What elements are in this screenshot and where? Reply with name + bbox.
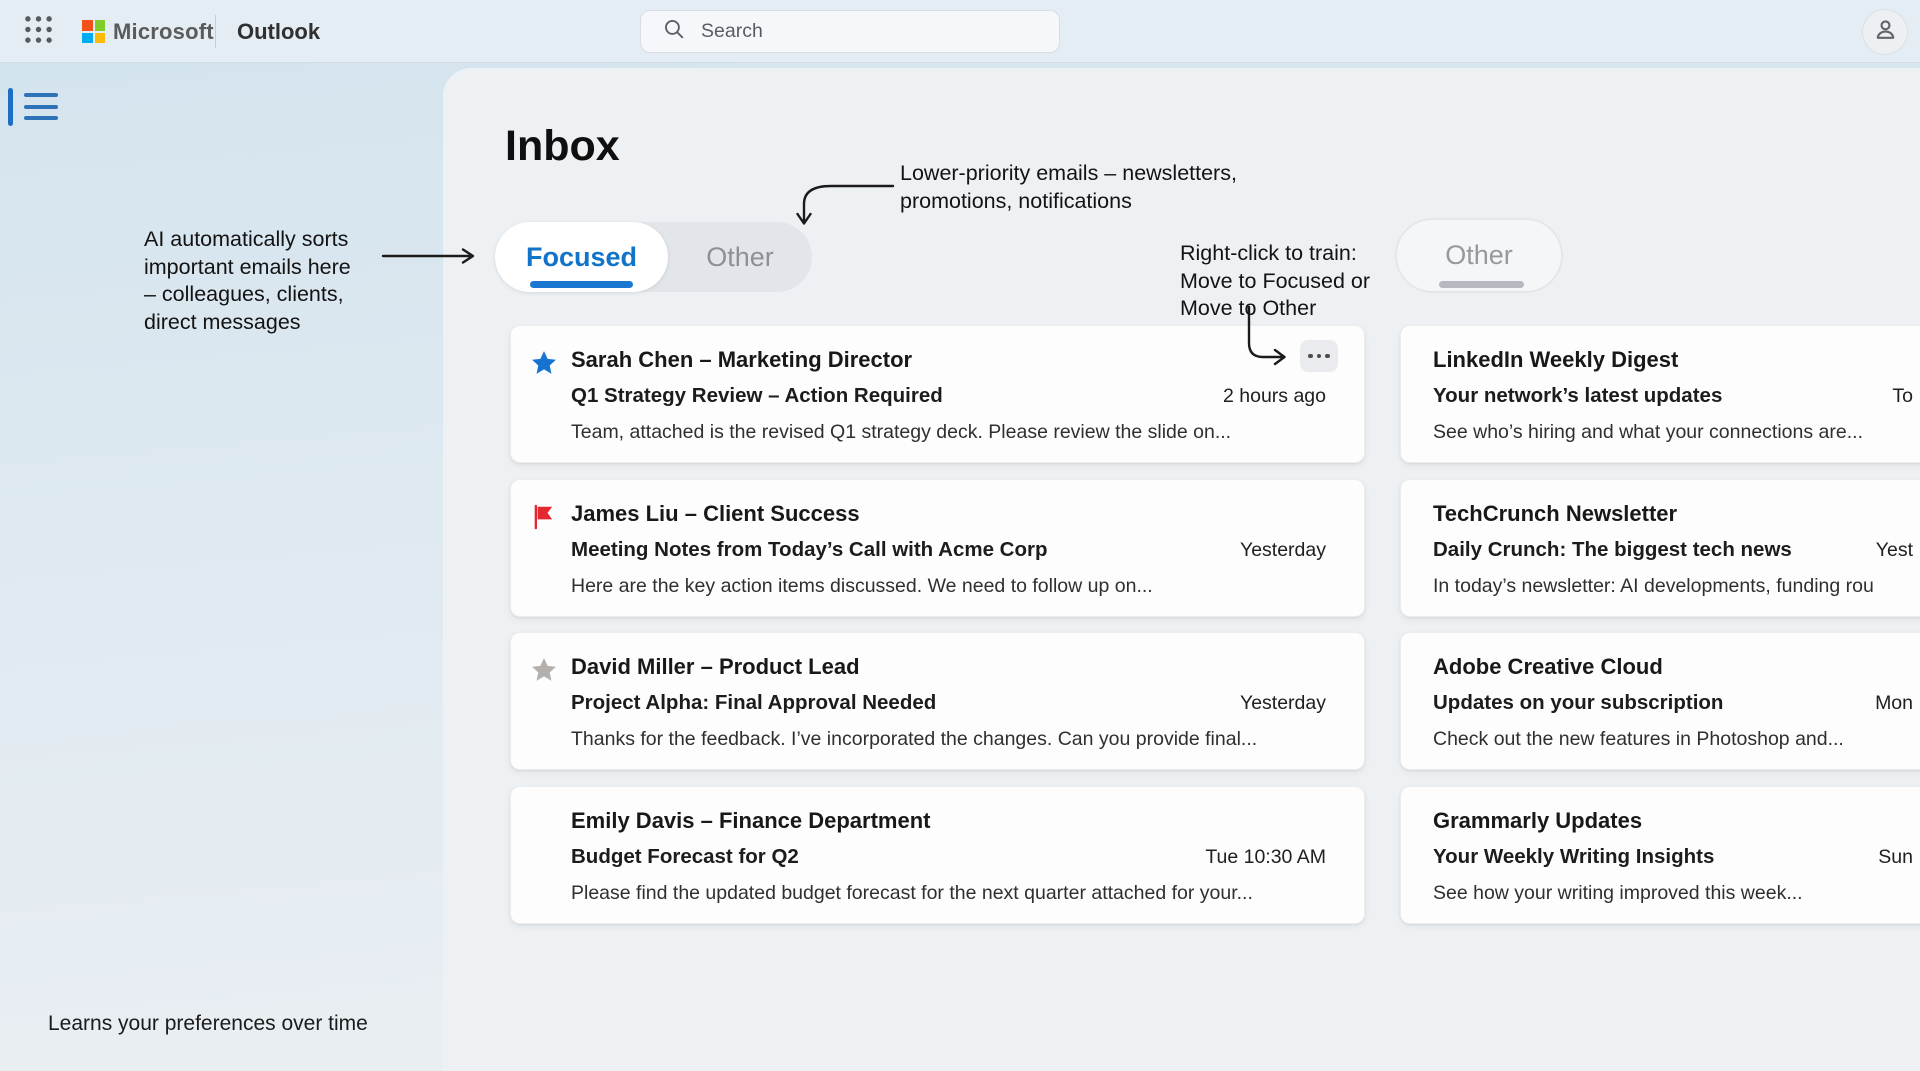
top-bar: Microsoft Outlook — [0, 0, 1920, 63]
star-gray-icon[interactable] — [530, 656, 558, 684]
email-card-other-1[interactable]: LinkedIn Weekly Digest Your network’s la… — [1400, 325, 1920, 463]
other-panel-tab[interactable]: Other — [1395, 218, 1563, 293]
other-panel-tab-underline — [1439, 281, 1524, 288]
email-subject: Updates on your subscription — [1433, 689, 1723, 717]
email-sender: Emily Davis – Finance Department — [571, 807, 1326, 835]
nav-accent-bar — [8, 88, 13, 126]
more-horizontal-icon — [1308, 354, 1313, 359]
account-button[interactable] — [1862, 9, 1908, 55]
email-preview: Check out the new features in Photoshop … — [1433, 725, 1913, 753]
email-card-focused-3[interactable]: David Miller – Product Lead Project Alph… — [510, 632, 1365, 770]
email-sender: TechCrunch Newsletter — [1433, 500, 1913, 528]
email-preview: Please find the updated budget forecast … — [571, 879, 1326, 907]
email-sender: Grammarly Updates — [1433, 807, 1913, 835]
email-subject: Daily Crunch: The biggest tech news — [1433, 536, 1792, 564]
email-sender: Adobe Creative Cloud — [1433, 653, 1913, 681]
email-time: 2 hours ago — [1203, 382, 1326, 410]
microsoft-wordmark[interactable]: Microsoft — [113, 0, 214, 63]
app-launcher-grid-icon — [22, 13, 55, 51]
email-preview: See who’s hiring and what your connectio… — [1433, 418, 1913, 446]
email-time: Yest — [1856, 536, 1913, 564]
microsoft-four-squares-icon — [82, 20, 105, 43]
email-card-other-4[interactable]: Grammarly Updates Your Weekly Writing In… — [1400, 786, 1920, 924]
email-card-other-2[interactable]: TechCrunch Newsletter Daily Crunch: The … — [1400, 479, 1920, 617]
email-time: Tue 10:30 AM — [1185, 843, 1326, 871]
annotation-other-explainer: Lower-priority emails – newsletters, pro… — [900, 160, 1237, 215]
hamburger-menu-icon[interactable] — [24, 93, 58, 120]
email-subject: Q1 Strategy Review – Action Required — [571, 382, 943, 410]
search-input[interactable] — [701, 20, 1021, 43]
account-person-icon — [1872, 16, 1899, 48]
email-preview: See how your writing improved this week.… — [1433, 879, 1913, 907]
flag-red-icon[interactable] — [530, 503, 558, 531]
annotation-learns-note: Learns your preferences over time — [48, 1012, 368, 1036]
annotation-right-click-train: Right-click to train: Move to Focused or… — [1180, 240, 1370, 323]
email-sender: Sarah Chen – Marketing Director — [571, 346, 1326, 374]
product-title: Outlook — [237, 0, 320, 63]
topbar-divider — [215, 15, 216, 48]
email-preview: Team, attached is the revised Q1 strateg… — [571, 418, 1326, 446]
email-card-focused-1[interactable]: Sarah Chen – Marketing Director Q1 Strat… — [510, 325, 1365, 463]
email-subject: Budget Forecast for Q2 — [571, 843, 799, 871]
email-sender: James Liu – Client Success — [571, 500, 1326, 528]
email-subject: Project Alpha: Final Approval Needed — [571, 689, 936, 717]
annotation-focused-explainer: AI automatically sorts important emails … — [144, 226, 351, 336]
email-subject: Your Weekly Writing Insights — [1433, 843, 1714, 871]
tab-other[interactable]: Other — [668, 222, 812, 292]
email-time: Yesterday — [1220, 689, 1326, 717]
focused-tab-underline — [530, 281, 633, 288]
email-time: Mon — [1855, 689, 1913, 717]
email-sender: David Miller – Product Lead — [571, 653, 1326, 681]
inbox-panel: Inbox Focused Other Lower-priority email… — [443, 68, 1920, 1071]
app-launcher-button[interactable] — [16, 12, 60, 52]
page-title: Inbox — [505, 122, 620, 171]
email-subject: Your network’s latest updates — [1433, 382, 1722, 410]
email-preview: Thanks for the feedback. I’ve incorporat… — [571, 725, 1326, 753]
search-bar[interactable] — [640, 10, 1060, 53]
search-icon — [662, 17, 687, 47]
email-preview: In today’s newsletter: AI developments, … — [1433, 572, 1913, 600]
tab-focused[interactable]: Focused — [495, 222, 668, 292]
email-card-other-3[interactable]: Adobe Creative Cloud Updates on your sub… — [1400, 632, 1920, 770]
email-card-focused-4[interactable]: Emily Davis – Finance Department Budget … — [510, 786, 1365, 924]
email-preview: Here are the key action items discussed.… — [571, 572, 1326, 600]
more-options-button[interactable] — [1300, 340, 1338, 372]
focused-other-tab-group: Focused Other — [495, 222, 812, 292]
email-time: Yesterday — [1220, 536, 1326, 564]
email-subject: Meeting Notes from Today’s Call with Acm… — [571, 536, 1048, 564]
email-time: Sun — [1858, 843, 1913, 871]
star-filled-blue-icon[interactable] — [530, 349, 558, 377]
email-time: To — [1872, 382, 1913, 410]
email-card-focused-2[interactable]: James Liu – Client Success Meeting Notes… — [510, 479, 1365, 617]
email-sender: LinkedIn Weekly Digest — [1433, 346, 1913, 374]
